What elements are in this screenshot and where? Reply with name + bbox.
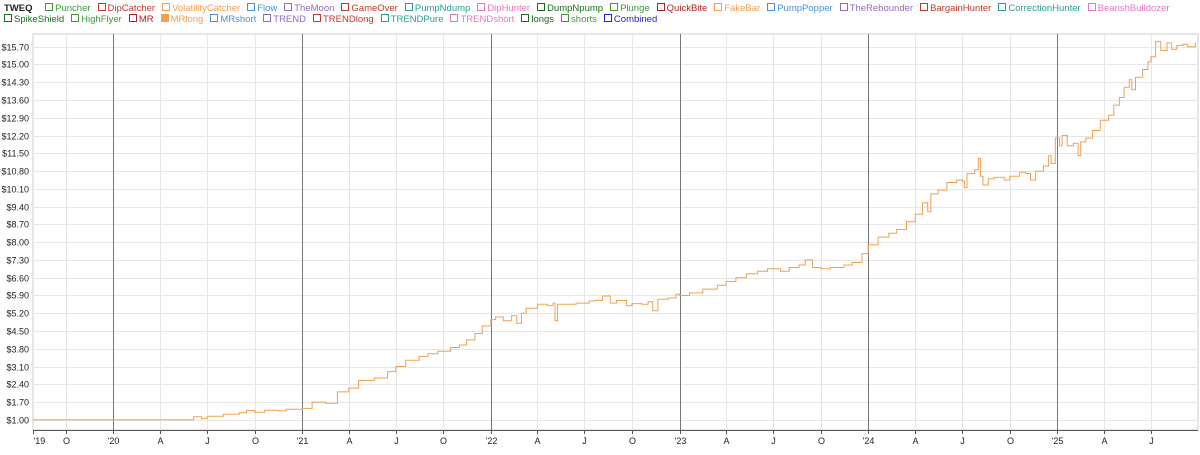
y-tick-label: $8.00 <box>6 238 29 248</box>
y-tick-label: $12.90 <box>1 114 29 124</box>
y-tick-label: $3.80 <box>6 345 29 355</box>
x-tick-label: O <box>1007 436 1014 446</box>
x-tick-label: A <box>1101 436 1107 446</box>
y-tick-label: $8.70 <box>6 220 29 230</box>
y-tick-label: $7.30 <box>6 256 29 266</box>
y-tick-label: $1.00 <box>6 416 29 426</box>
x-tick-label: O <box>818 436 825 446</box>
x-tick-label: O <box>63 436 70 446</box>
y-tick-label: $5.90 <box>6 291 29 301</box>
y-tick-label: $11.50 <box>2 149 29 159</box>
x-tick-label: J <box>205 436 210 446</box>
y-tick-label: $5.20 <box>6 309 29 319</box>
y-axis: $1.00 $1.70 $2.40 $3.10 $3.80 $4.50 $5.20 $5.90… <box>1 43 29 426</box>
x-tick-label: '25 <box>1052 436 1064 446</box>
x-tick-label: J <box>1149 436 1154 446</box>
x-tick-label: A <box>723 436 729 446</box>
x-tick-label: J <box>394 436 399 446</box>
y-tick-label: $6.60 <box>6 274 29 284</box>
x-tick-label: O <box>440 436 447 446</box>
y-tick-label: $12.20 <box>1 132 29 142</box>
x-tick-label: '19 <box>34 436 46 446</box>
x-tick-label: O <box>252 436 259 446</box>
x-tick-label: '21 <box>297 436 309 446</box>
equity-chart: $1.00 $1.70 $2.40 $3.10 $3.80 $4.50 $5.20 $5.90… <box>1 33 1199 446</box>
y-tick-label: $10.80 <box>1 167 29 177</box>
y-tick-label: $1.70 <box>6 398 29 408</box>
x-tick-label: A <box>912 436 918 446</box>
x-tick-label: J <box>960 436 965 446</box>
y-tick-label: $9.40 <box>6 203 29 213</box>
y-tick-label: $15.00 <box>1 60 29 70</box>
x-tick-label: J <box>771 436 776 446</box>
x-tick-label: A <box>346 436 352 446</box>
y-tick-label: $3.10 <box>6 363 29 373</box>
y-tick-label: $10.10 <box>1 185 29 195</box>
x-tick-label: O <box>629 436 636 446</box>
chart-grid <box>32 33 1199 431</box>
x-tick-label: J <box>582 436 587 446</box>
y-tick-label: $13.60 <box>1 96 29 106</box>
y-tick-label: $4.50 <box>6 327 29 337</box>
x-tick-label: '20 <box>108 436 120 446</box>
x-tick-label: '24 <box>863 436 875 446</box>
x-tick-label: '23 <box>675 436 687 446</box>
x-tick-label: A <box>157 436 163 446</box>
x-tick-label: '22 <box>486 436 498 446</box>
y-tick-label: $14.30 <box>1 78 29 88</box>
x-tick-label: A <box>534 436 540 446</box>
y-tick-label: $15.70 <box>1 43 29 53</box>
x-axis: '19 O '20 A J O '21 A J O '22 A J O '23 A J O '24 A J O '25 A J <box>33 430 1198 446</box>
y-tick-label: $2.40 <box>6 380 29 390</box>
